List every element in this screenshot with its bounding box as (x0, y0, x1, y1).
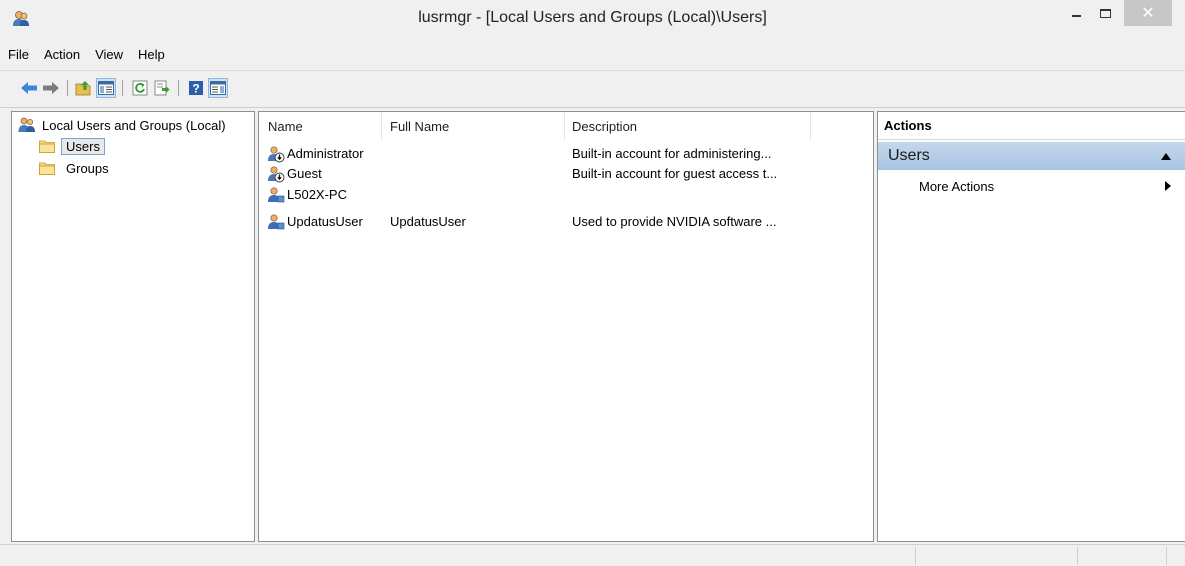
user-name: L502X-PC (287, 187, 347, 202)
submenu-arrow-icon[interactable] (1165, 181, 1171, 191)
toolbar-separator (67, 80, 68, 96)
users-group-icon (18, 117, 35, 132)
toolbar-separator (178, 80, 179, 96)
tree-item-root[interactable]: Local Users and Groups (Local) (18, 115, 226, 135)
disabled-user-icon (268, 146, 285, 163)
tree-item-groups-label: Groups (66, 160, 109, 176)
actions-group-label: Users (888, 147, 930, 164)
show-hide-action-pane-button[interactable] (208, 78, 228, 98)
console-tree-pane[interactable]: Local Users and Groups (Local) Users Gro… (11, 111, 255, 542)
table-row[interactable]: UpdatusUser UpdatusUser Used to provide … (263, 212, 863, 232)
up-folder-icon (75, 81, 91, 96)
forward-arrow-icon (43, 82, 59, 94)
user-icon (268, 187, 285, 203)
folder-icon (39, 140, 55, 153)
menu-file[interactable]: File (0, 44, 36, 66)
user-name: UpdatusUser (287, 214, 363, 229)
forward-button[interactable] (41, 78, 61, 98)
folder-icon (39, 162, 55, 175)
window-title: lusrmgr - [Local Users and Groups (Local… (418, 9, 767, 26)
status-bar (0, 544, 1185, 566)
actions-title: Actions (884, 118, 932, 133)
user-full-name: UpdatusUser (390, 214, 466, 229)
menu-bar: File Action View Help (0, 44, 1185, 66)
show-hide-action-pane-icon (210, 81, 226, 95)
table-row[interactable]: Administrator Built-in account for admin… (263, 144, 863, 164)
export-list-button[interactable] (152, 78, 172, 98)
tree-item-groups[interactable]: Groups (39, 158, 109, 178)
user-description: Built-in account for guest access t... (572, 166, 778, 181)
close-icon: ✕ (1141, 5, 1155, 22)
up-one-level-button[interactable] (74, 78, 94, 98)
close-button[interactable]: ✕ (1124, 0, 1172, 26)
toolbar-divider (0, 107, 1185, 108)
refresh-icon (132, 80, 148, 96)
status-divider (1077, 547, 1078, 565)
more-actions-item[interactable]: More Actions (919, 179, 994, 194)
refresh-button[interactable] (130, 78, 150, 98)
export-list-icon (154, 80, 170, 96)
svg-text:?: ? (192, 82, 199, 96)
actions-pane: Actions Users More Actions (877, 111, 1185, 542)
title-bar: lusrmgr - [Local Users and Groups (Local… (0, 0, 1185, 38)
column-divider[interactable] (564, 112, 565, 140)
actions-group-users[interactable]: Users (878, 142, 1185, 170)
column-header-description[interactable]: Description (572, 119, 637, 134)
user-icon (268, 214, 285, 230)
show-hide-console-tree-button[interactable] (96, 78, 116, 98)
tree-item-users[interactable]: Users (39, 136, 105, 156)
back-button[interactable] (19, 78, 39, 98)
maximize-icon (1099, 8, 1111, 18)
user-name: Guest (287, 166, 322, 181)
toolbar: ? (0, 73, 1185, 103)
user-description: Built-in account for administering... (572, 146, 772, 161)
user-description: Used to provide NVIDIA software ... (572, 214, 777, 229)
table-row[interactable]: L502X-PC (263, 185, 863, 205)
help-icon: ? (189, 81, 203, 96)
minimize-button[interactable] (1063, 0, 1089, 26)
status-divider (1166, 547, 1167, 565)
minimize-icon (1071, 15, 1081, 17)
tree-item-users-label: Users (61, 137, 105, 155)
column-divider[interactable] (381, 112, 382, 140)
menu-action[interactable]: Action (36, 44, 87, 66)
menu-divider (0, 70, 1185, 71)
status-divider (915, 547, 916, 565)
collapse-arrow-icon[interactable] (1161, 153, 1171, 160)
menu-help[interactable]: Help (130, 44, 172, 66)
actions-divider (878, 139, 1185, 140)
table-row[interactable]: Guest Built-in account for guest access … (263, 164, 863, 184)
show-hide-console-tree-icon (98, 81, 114, 95)
menu-view[interactable]: View (87, 44, 130, 66)
disabled-user-icon (268, 166, 285, 183)
column-header-full-name[interactable]: Full Name (390, 119, 449, 134)
toolbar-separator (122, 80, 123, 96)
column-header-name[interactable]: Name (268, 119, 303, 134)
maximize-button[interactable] (1090, 0, 1120, 26)
users-list-pane[interactable]: Name Full Name Description Administrator… (258, 111, 874, 542)
help-button[interactable]: ? (186, 78, 206, 98)
column-divider[interactable] (810, 112, 811, 140)
back-arrow-icon (21, 82, 37, 94)
tree-item-root-label: Local Users and Groups (Local) (42, 117, 226, 133)
user-name: Administrator (287, 146, 364, 161)
